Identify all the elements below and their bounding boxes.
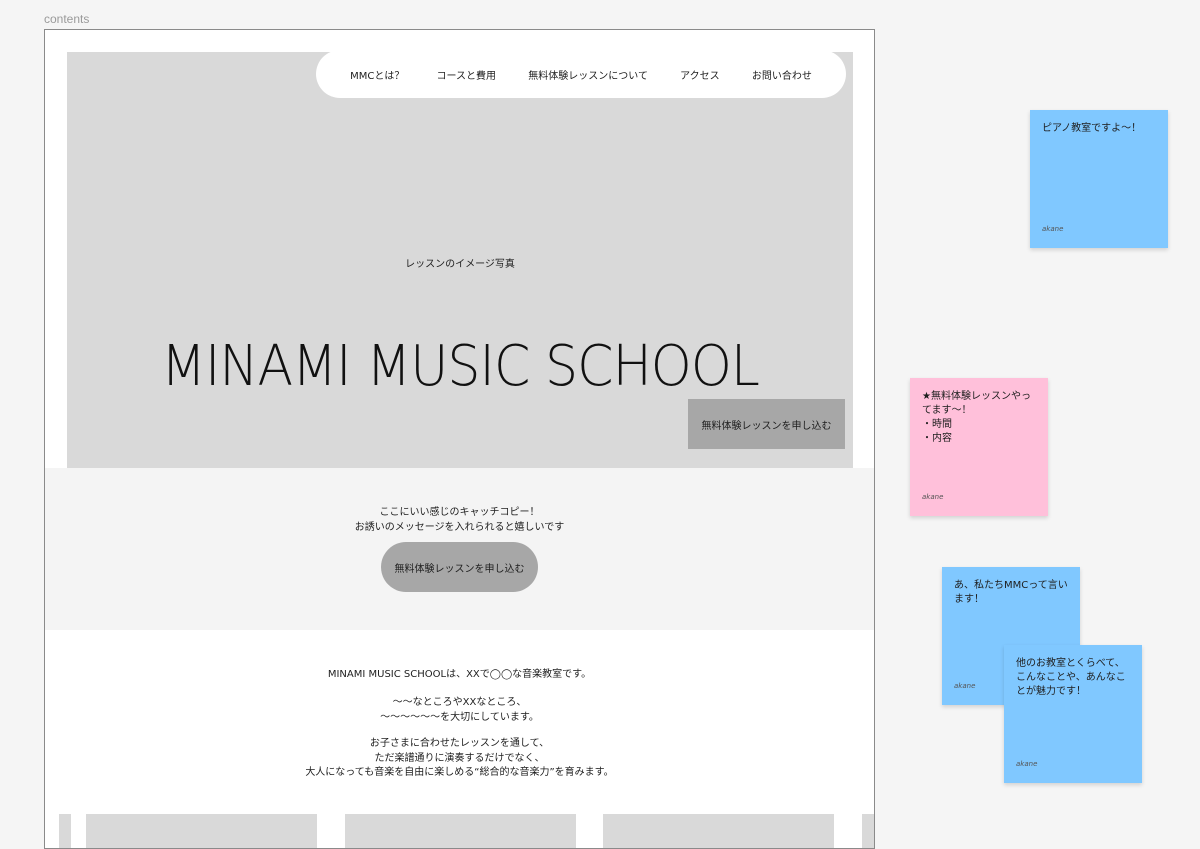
- frame-label[interactable]: contents: [44, 12, 89, 26]
- card-2: [345, 814, 576, 848]
- hero-section: MMCとは？ コースと費用 無料体験レッスンについて アクセス お問い合わせ レ…: [67, 50, 853, 468]
- card-edge-left: [59, 814, 71, 848]
- catch-trial-button[interactable]: 無料体験レッスンを申し込む: [381, 542, 538, 592]
- nav-item-about[interactable]: MMCとは？: [350, 67, 404, 82]
- catch-copy: ここにいい感じのキャッチコピー！ お誘いのメッセージを入れられると嬉しいです: [45, 505, 874, 535]
- about-values-line1: 〜〜なところやXXなところ、: [392, 697, 527, 708]
- sticky-note-text: ★無料体験レッスンやってます〜！ ・時間 ・内容: [922, 391, 1031, 444]
- about-values-line2: 〜〜〜〜〜〜を大切にしています。: [380, 711, 539, 723]
- catch-copy-line1: ここにいい感じのキャッチコピー！: [379, 507, 540, 518]
- about-mission-line1: お子さまに合わせたレッスンを通して、: [369, 738, 550, 749]
- sticky-note-author: akane: [1016, 760, 1038, 768]
- global-nav: MMCとは？ コースと費用 無料体験レッスンについて アクセス お問い合わせ: [316, 50, 846, 98]
- sticky-note-text: あ、私たちMMCって言います！: [954, 580, 1068, 605]
- sticky-note-1[interactable]: ピアノ教室ですよ〜！ akane: [1030, 110, 1168, 248]
- card-3: [603, 814, 834, 848]
- sticky-note-2[interactable]: ★無料体験レッスンやってます〜！ ・時間 ・内容 akane: [910, 378, 1048, 516]
- sticky-note-author: akane: [954, 682, 976, 690]
- about-section: MINAMI MUSIC SCHOOLは、XXで◯◯な音楽教室です。 〜〜なとこ…: [45, 630, 874, 830]
- cards-row: [45, 814, 874, 848]
- card-1: [86, 814, 317, 848]
- hero-title: MINAMI MUSIC SCHOOL: [160, 334, 760, 399]
- nav-item-trial-lesson[interactable]: 無料体験レッスンについて: [528, 67, 648, 82]
- nav-item-contact[interactable]: お問い合わせ: [752, 67, 812, 82]
- contents-frame[interactable]: MMCとは？ コースと費用 無料体験レッスンについて アクセス お問い合わせ レ…: [44, 29, 875, 849]
- card-edge-right: [862, 814, 874, 848]
- sticky-note-text: 他のお教室とくらべて、こんなことや、あんなことが魅力です！: [1016, 658, 1126, 697]
- about-intro: MINAMI MUSIC SCHOOLは、XXで◯◯な音楽教室です。: [327, 669, 592, 680]
- sticky-note-text: ピアノ教室ですよ〜！: [1042, 123, 1142, 134]
- catch-section: ここにいい感じのキャッチコピー！ お誘いのメッセージを入れられると嬉しいです 無…: [45, 468, 874, 630]
- sticky-note-author: akane: [1042, 225, 1064, 233]
- nav-item-access[interactable]: アクセス: [680, 67, 720, 82]
- hero-trial-button[interactable]: 無料体験レッスンを申し込む: [688, 399, 845, 449]
- hero-photo-placeholder: レッスンのイメージ写真: [405, 259, 515, 270]
- sticky-note-author: akane: [922, 493, 944, 501]
- sticky-note-4[interactable]: 他のお教室とくらべて、こんなことや、あんなことが魅力です！ akane: [1004, 645, 1142, 783]
- about-mission-line3: 大人になっても音楽を自由に楽しめる“総合的な音楽力”を育みます。: [305, 767, 614, 778]
- about-mission-line2: ただ楽譜通りに演奏するだけでなく、: [374, 752, 545, 764]
- nav-item-courses[interactable]: コースと費用: [437, 67, 497, 82]
- catch-copy-line2: お誘いのメッセージを入れられると嬉しいです: [354, 522, 565, 533]
